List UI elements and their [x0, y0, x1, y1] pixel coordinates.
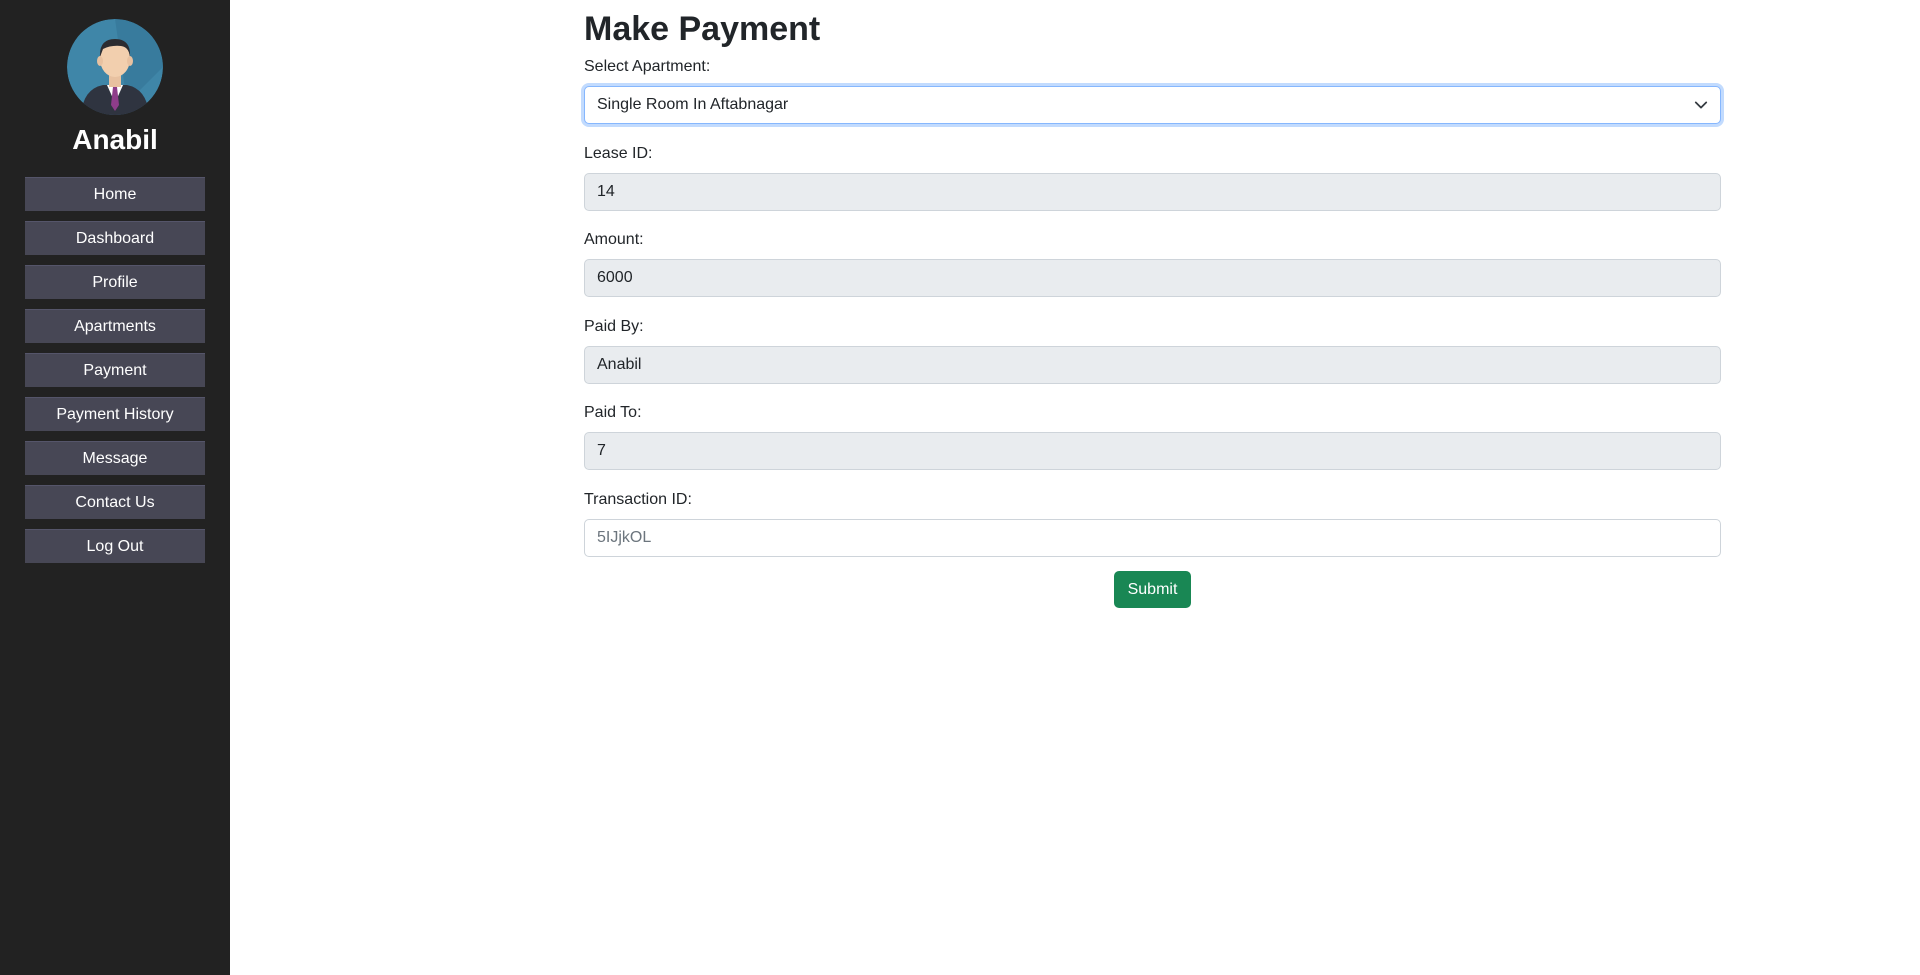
amount-field: 6000 [584, 259, 1721, 297]
page-title: Make Payment [584, 10, 821, 48]
sidebar-item-profile[interactable]: Profile [25, 265, 205, 299]
lease-id-label: Lease ID: [584, 145, 653, 162]
user-name: Anabil [72, 124, 158, 155]
sidebar-item-log-out[interactable]: Log Out [25, 529, 205, 563]
apartment-select-value: Single Room In Aftabnagar [597, 96, 789, 113]
sidebar-item-payment-history[interactable]: Payment History [25, 397, 205, 431]
sidebar-item-dashboard[interactable]: Dashboard [25, 221, 205, 255]
avatar [67, 19, 163, 115]
paid-to-field: 7 [584, 432, 1721, 470]
sidebar-item-payment[interactable]: Payment [25, 353, 205, 387]
transaction-id-input[interactable] [584, 519, 1721, 557]
lease-id-field: 14 [584, 173, 1721, 211]
apartment-label: Select Apartment: [584, 58, 711, 75]
submit-button[interactable]: Submit [1114, 571, 1191, 608]
paid-by-field: Anabil [584, 346, 1721, 384]
paid-to-label: Paid To: [584, 404, 642, 421]
sidebar-item-home[interactable]: Home [25, 177, 205, 211]
apartment-select[interactable]: Single Room In Aftabnagar [584, 86, 1721, 124]
businessman-avatar-icon [67, 19, 163, 115]
paid-by-label: Paid By: [584, 318, 644, 335]
chevron-down-icon [1694, 101, 1708, 109]
sidebar-item-contact-us[interactable]: Contact Us [25, 485, 205, 519]
sidebar-nav: Home Dashboard Profile Apartments Paymen… [25, 177, 205, 573]
amount-label: Amount: [584, 231, 644, 248]
sidebar-item-message[interactable]: Message [25, 441, 205, 475]
sidebar-item-apartments[interactable]: Apartments [25, 309, 205, 343]
sidebar: Anabil Home Dashboard Profile Apartments… [0, 0, 230, 975]
transaction-id-label: Transaction ID: [584, 491, 692, 508]
